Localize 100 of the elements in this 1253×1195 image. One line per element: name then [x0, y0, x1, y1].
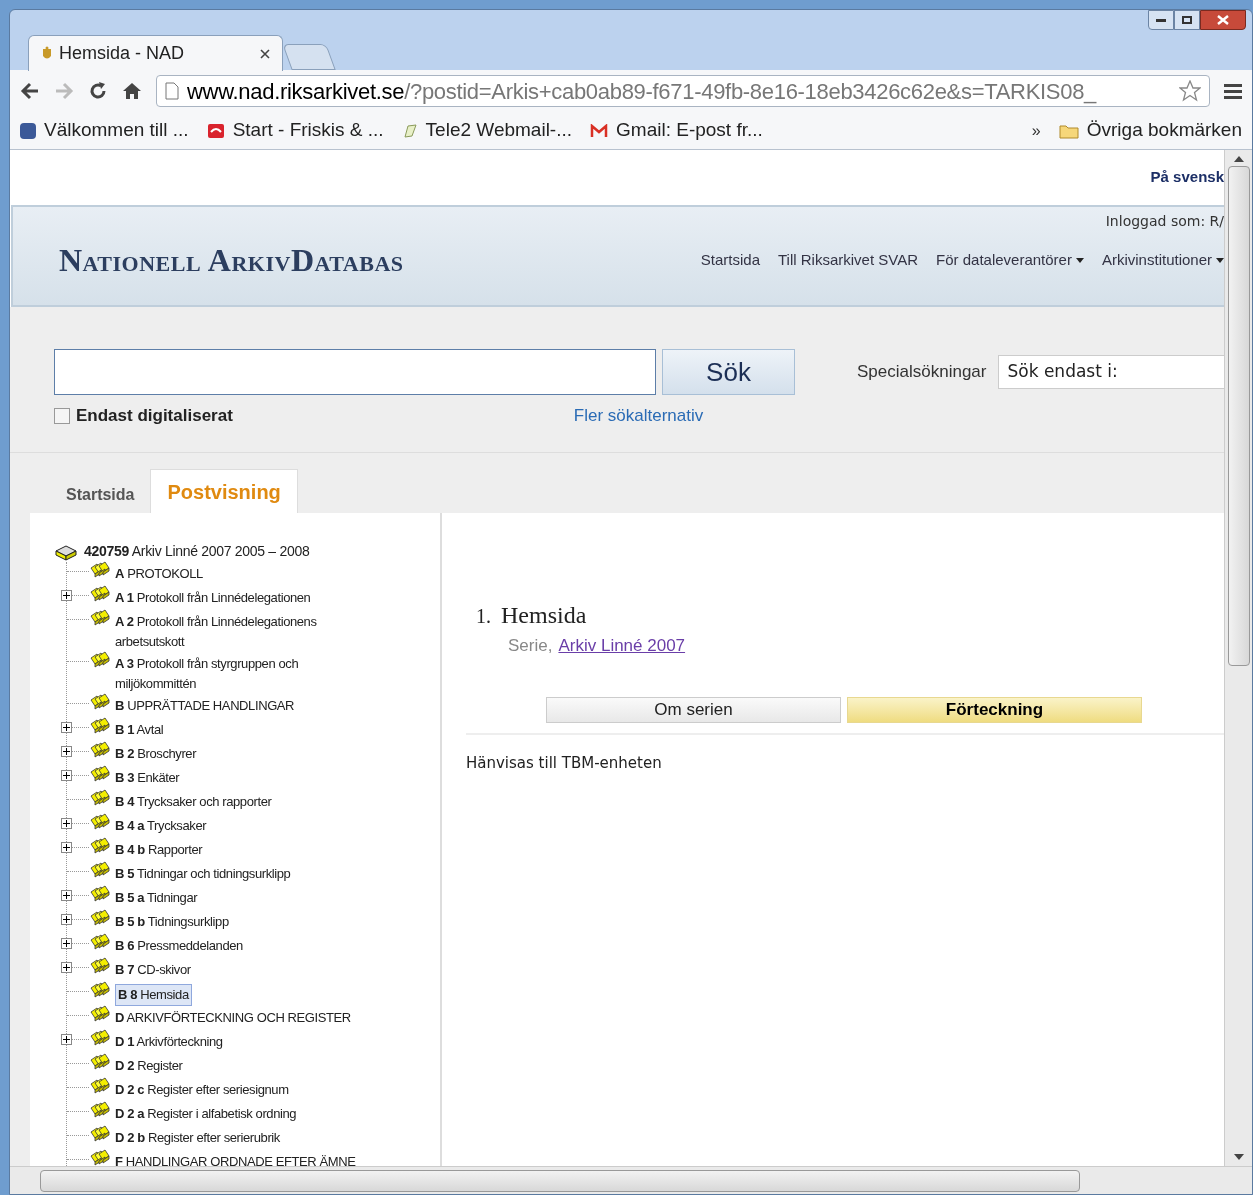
tree-expander[interactable] — [61, 744, 89, 758]
plus-icon[interactable] — [61, 817, 72, 829]
site-logo[interactable]: Nationell ArkivDatabas — [59, 236, 404, 284]
tree-item[interactable]: B 8 Hemsida — [115, 984, 192, 1006]
tree-item[interactable]: D 2 c Register efter seriesignum — [115, 1080, 289, 1100]
plus-icon[interactable] — [61, 937, 72, 949]
tree-item[interactable]: B 1 Avtal — [115, 720, 164, 740]
tree-item[interactable]: B UPPRÄTTADE HANDLINGAR — [115, 696, 295, 716]
parent-link[interactable]: Arkiv Linné 2007 — [558, 633, 686, 659]
page-tab[interactable]: Startsida — [50, 469, 151, 513]
tree-item[interactable]: A 2 Protokoll från Linnédelegationens arbetsutskott — [115, 612, 377, 652]
tree-item[interactable]: F HANDLINGAR ORDNADE EFTER ÄMNE — [115, 1152, 356, 1166]
nav-link[interactable]: Till Riksarkivet SVAR — [778, 248, 919, 272]
nav-link[interactable]: För dataleverantörer — [936, 248, 1084, 272]
plus-icon[interactable] — [61, 589, 72, 601]
tree-item[interactable]: A PROTOKOLL — [115, 564, 203, 584]
folders-icon — [89, 692, 111, 712]
back-icon[interactable] — [20, 82, 40, 100]
leaf-icon — [401, 122, 418, 139]
tree-item[interactable]: D 2 Register — [115, 1056, 183, 1076]
tree-item[interactable]: B 3 Enkäter — [115, 768, 180, 788]
folders-icon — [89, 764, 111, 784]
tree-expander[interactable] — [61, 960, 89, 974]
folders-icon — [89, 980, 111, 1000]
close-button[interactable] — [1200, 10, 1246, 30]
tree-item[interactable]: B 5 b Tidningsurklipp — [115, 912, 229, 932]
vertical-scrollbar[interactable] — [1224, 150, 1252, 1166]
plus-icon[interactable] — [61, 889, 72, 901]
tree-item[interactable]: B 5 Tidningar och tidningsurklipp — [115, 864, 291, 884]
tree-expander[interactable] — [61, 816, 89, 830]
tree-item[interactable]: D 1 Arkivförteckning — [115, 1032, 223, 1052]
plus-icon[interactable] — [61, 913, 72, 925]
tree-expander[interactable] — [61, 840, 89, 854]
plus-icon[interactable] — [61, 721, 72, 733]
folders-icon — [89, 1028, 111, 1048]
tree-expander[interactable] — [61, 588, 89, 602]
menu-icon[interactable] — [1224, 83, 1242, 99]
star-icon[interactable] — [1179, 80, 1201, 102]
tree-root[interactable]: 420759 Arkiv Linné 2007 2005 – 2008 — [84, 541, 310, 562]
tree-item[interactable]: D 2 b Register efter serierubrik — [115, 1128, 280, 1148]
tree-expander[interactable] — [61, 888, 89, 902]
tree-expander[interactable] — [61, 768, 89, 782]
folder-icon — [1058, 122, 1079, 139]
plus-icon[interactable] — [61, 1033, 72, 1045]
tree-item[interactable]: B 4 Trycksaker och rapporter — [115, 792, 272, 812]
minimize-icon — [1156, 18, 1166, 22]
tree-item[interactable]: B 2 Broschyrer — [115, 744, 197, 764]
mail-icon — [590, 123, 609, 138]
tree-expander[interactable] — [61, 912, 89, 926]
close-icon[interactable] — [260, 48, 270, 59]
home-icon[interactable] — [122, 82, 142, 100]
horizontal-scrollbar[interactable] — [10, 1166, 1252, 1194]
special-search-select[interactable]: Sök endast i: — [998, 355, 1224, 389]
tree-item[interactable]: D 2 a Register i alfabetisk ordning — [115, 1104, 297, 1124]
checkbox-label: Endast digitaliserat — [76, 405, 233, 427]
scroll-down-icon[interactable] — [1233, 1154, 1244, 1160]
search-button[interactable]: Sök — [662, 349, 795, 395]
plus-icon[interactable] — [61, 961, 72, 973]
bookmark-item[interactable]: Välkommen till ... — [20, 116, 189, 145]
detail-tab[interactable]: Om serien — [546, 696, 841, 723]
tab-title: Hemsida - NAD — [59, 42, 186, 65]
other-bookmarks[interactable]: Övriga bokmärken — [1058, 116, 1242, 145]
tree-item[interactable]: B 4 b Rapporter — [115, 840, 203, 860]
more-bookmarks-button[interactable]: » — [1031, 118, 1041, 143]
tree-item[interactable]: B 6 Pressmeddelanden — [115, 936, 243, 956]
browser-tab[interactable]: Hemsida - NAD — [28, 35, 283, 71]
search-field[interactable] — [54, 349, 656, 395]
folders-icon — [89, 1076, 111, 1096]
detail-tab[interactable]: Förteckning — [847, 696, 1142, 723]
tree-expander[interactable] — [61, 936, 89, 950]
tree-item[interactable]: B 7 CD-skivor — [115, 960, 191, 980]
tree-item[interactable]: B 4 a Trycksaker — [115, 816, 207, 836]
reload-icon[interactable] — [88, 81, 108, 101]
tree-item[interactable]: D ARKIVFÖRTECKNING OCH REGISTER — [115, 1008, 351, 1028]
bookmark-item[interactable]: Tele2 Webmail-... — [401, 116, 573, 145]
maximize-button[interactable] — [1174, 10, 1200, 30]
plus-icon[interactable] — [61, 745, 72, 757]
nav-link[interactable]: Arkivinstitutioner — [1101, 248, 1224, 272]
checkbox[interactable] — [54, 407, 70, 424]
tree-item[interactable]: B 5 a Tidningar — [115, 888, 198, 908]
tree-expander[interactable] — [61, 720, 89, 734]
folders-icon — [89, 908, 111, 928]
folders-icon — [89, 716, 111, 736]
more-options-link[interactable]: Fler sökalternativ — [573, 403, 704, 429]
plus-icon[interactable] — [61, 841, 72, 853]
address-bar[interactable]: www.nad.riksarkivet.se/?postid=Arkis+cab0ab89-f671-49fb-8e16-18eb3426c62e&s=TARKIS08_ — [156, 75, 1210, 107]
scroll-up-icon[interactable] — [1233, 156, 1244, 162]
nav-link[interactable]: Startsida — [700, 248, 760, 272]
folders-icon — [89, 860, 111, 880]
plus-icon[interactable] — [61, 769, 72, 781]
caret-icon — [1075, 257, 1084, 263]
folders-icon — [89, 584, 111, 604]
language-link[interactable]: På svensk — [1150, 166, 1224, 189]
bookmark-item[interactable]: Start - Friskis & ... — [206, 116, 384, 145]
tree-expander[interactable] — [61, 1032, 89, 1046]
bookmark-item[interactable]: Gmail: E-post fr... — [590, 116, 763, 145]
maximize-icon — [1182, 16, 1192, 24]
tree-item[interactable]: A 1 Protokoll från Linnédelegationen — [115, 588, 311, 608]
tree-item[interactable]: A 3 Protokoll från styrgruppen och miljökommittén — [115, 654, 377, 694]
minimize-button[interactable] — [1148, 10, 1174, 30]
